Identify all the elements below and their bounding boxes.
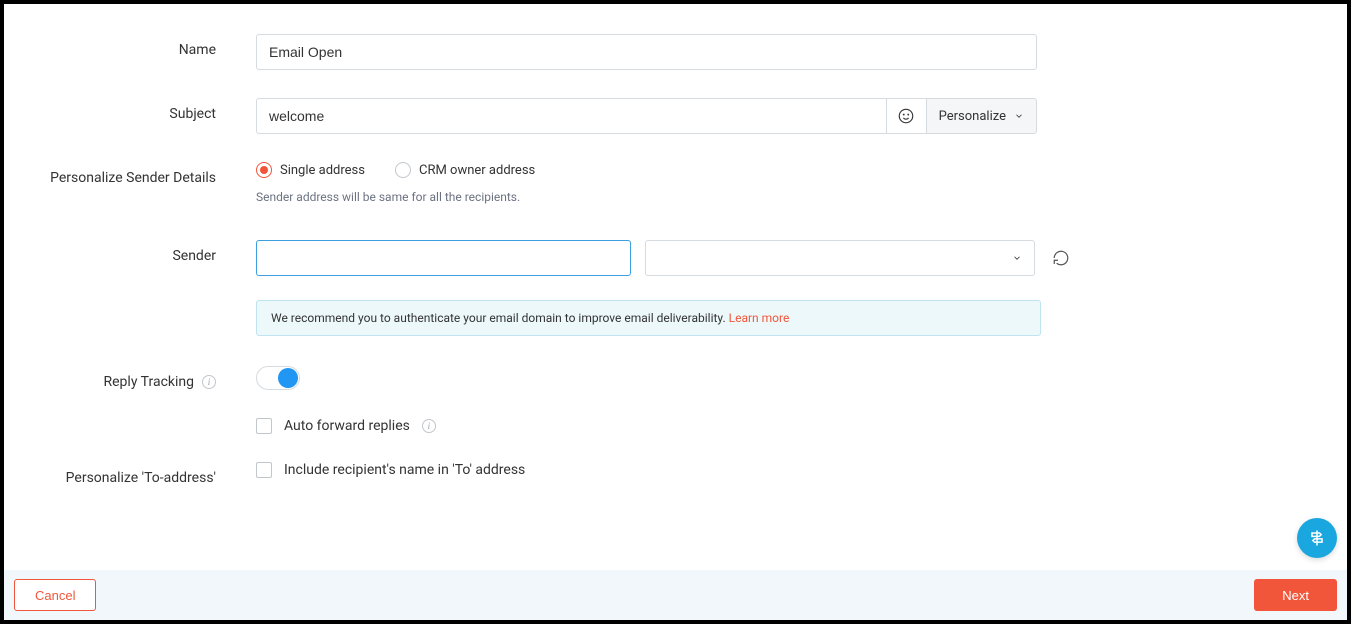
sender-inputs <box>256 240 1287 276</box>
subject-input[interactable] <box>256 98 886 134</box>
row-sender-type: Personalize Sender Details Single addres… <box>4 162 1347 204</box>
info-icon[interactable]: i <box>202 375 216 389</box>
signpost-icon <box>1307 528 1327 548</box>
cancel-button[interactable]: Cancel <box>14 579 96 611</box>
chevron-down-icon <box>1014 111 1024 121</box>
radio-crm-label: CRM owner address <box>419 163 535 178</box>
reply-tracking-toggle[interactable] <box>256 366 300 390</box>
subject-input-group: Personalize <box>256 98 1037 134</box>
toggle-knob <box>278 368 298 388</box>
label-sender: Sender <box>4 240 256 264</box>
label-personalize-sender: Personalize Sender Details <box>4 162 256 186</box>
radio-crm-owner[interactable]: CRM owner address <box>395 162 535 178</box>
smiley-icon <box>897 107 915 125</box>
radio-icon-selected <box>256 162 272 178</box>
refresh-icon <box>1052 249 1070 267</box>
personalize-button[interactable]: Personalize <box>926 98 1037 134</box>
next-button[interactable]: Next <box>1254 579 1337 611</box>
row-name: Name <box>4 34 1347 70</box>
sender-helper-text: Sender address will be same for all the … <box>256 190 1037 204</box>
name-input[interactable] <box>256 34 1037 70</box>
authenticate-domain-banner: We recommend you to authenticate your em… <box>256 300 1041 336</box>
row-personalize-to: Personalize 'To-address' Include recipie… <box>4 462 1347 486</box>
include-recipient-checkbox-row: Include recipient's name in 'To' address <box>256 462 1037 478</box>
row-auto-forward: Auto forward replies i <box>4 418 1347 434</box>
row-reply-tracking: Reply Tracking i <box>4 366 1347 390</box>
radio-icon-unselected <box>395 162 411 178</box>
sender-name-input[interactable] <box>256 240 631 276</box>
chevron-down-icon <box>1012 253 1022 263</box>
auto-forward-checkbox[interactable] <box>256 418 272 434</box>
auto-forward-checkbox-row: Auto forward replies i <box>256 418 1037 434</box>
form-content: Name Subject <box>4 4 1347 486</box>
include-recipient-checkbox[interactable] <box>256 462 272 478</box>
row-subject: Subject Personalize <box>4 98 1347 134</box>
dialog-footer: Cancel Next <box>4 570 1347 620</box>
radio-single-address[interactable]: Single address <box>256 162 365 178</box>
sender-email-select[interactable] <box>645 240 1035 276</box>
label-subject: Subject <box>4 98 256 122</box>
banner-text: We recommend you to authenticate your em… <box>271 311 729 325</box>
personalize-button-label: Personalize <box>939 109 1006 124</box>
learn-more-link[interactable]: Learn more <box>729 311 790 325</box>
email-config-dialog: Name Subject <box>0 0 1351 624</box>
help-fab[interactable] <box>1297 518 1337 558</box>
auto-forward-label: Auto forward replies <box>284 418 410 434</box>
label-name: Name <box>4 34 256 58</box>
refresh-sender-button[interactable] <box>1049 246 1073 270</box>
include-recipient-label: Include recipient's name in 'To' address <box>284 462 525 478</box>
emoji-picker-button[interactable] <box>886 98 926 134</box>
info-icon[interactable]: i <box>422 419 436 433</box>
radio-single-label: Single address <box>280 163 365 178</box>
label-personalize-to: Personalize 'To-address' <box>4 462 256 486</box>
sender-type-radio-group: Single address CRM owner address <box>256 162 1037 178</box>
label-reply-tracking: Reply Tracking i <box>4 366 256 390</box>
row-sender: Sender <box>4 240 1347 336</box>
